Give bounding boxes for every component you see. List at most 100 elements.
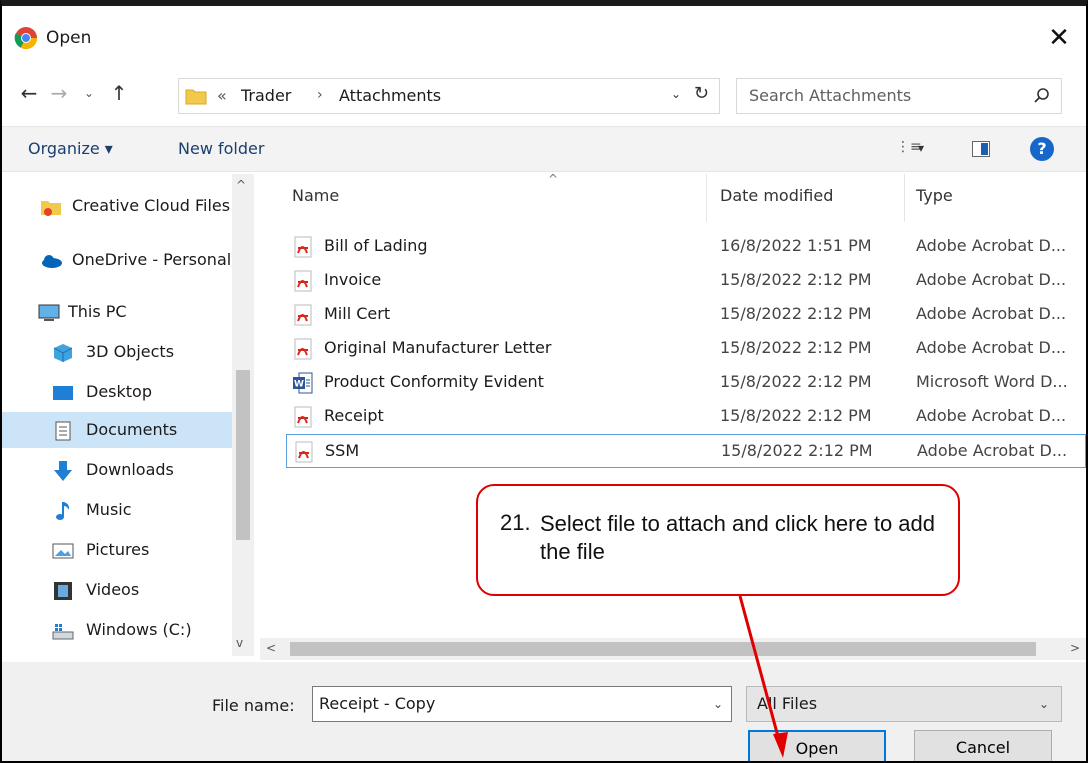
- sidebar-item-music[interactable]: Music: [2, 492, 232, 528]
- refresh-icon[interactable]: ↻: [694, 83, 709, 104]
- music-icon: [56, 502, 70, 520]
- sidebar-item-this-pc[interactable]: This PC: [2, 294, 232, 330]
- sidebar-item-label: Desktop: [86, 382, 152, 401]
- sidebar-item-label: Pictures: [86, 540, 150, 559]
- file-list-scrollbar[interactable]: < >: [260, 638, 1086, 660]
- chevron-down-icon[interactable]: ⌄: [713, 697, 723, 711]
- file-date: 15/8/2022 2:12 PM: [720, 406, 872, 425]
- sidebar-scrollbar[interactable]: ^ v: [232, 174, 254, 656]
- word-icon: W: [293, 372, 313, 394]
- column-header-name[interactable]: Name: [292, 186, 339, 205]
- sidebar-item-onedrive[interactable]: OneDrive - Personal: [2, 242, 232, 278]
- command-bar: Organize ▾ New folder ⋮≡ ▾ ?: [2, 126, 1086, 172]
- scroll-right-icon[interactable]: >: [1070, 641, 1080, 655]
- folder-icon: [185, 89, 207, 105]
- organize-button[interactable]: Organize ▾: [28, 139, 113, 158]
- file-name: Invoice: [324, 270, 382, 289]
- scroll-down-icon[interactable]: v: [236, 636, 243, 650]
- sidebar-item-label: Creative Cloud Files: [72, 196, 231, 215]
- desktop-icon: [53, 386, 73, 400]
- file-date: 15/8/2022 2:12 PM: [720, 372, 872, 391]
- file-name: Receipt: [324, 406, 384, 425]
- close-button[interactable]: ✕: [1042, 22, 1076, 56]
- scrollbar-thumb[interactable]: [290, 642, 1036, 656]
- sidebar-item-creative-cloud[interactable]: Creative Cloud Files: [2, 188, 232, 224]
- file-date: 16/8/2022 1:51 PM: [720, 236, 872, 255]
- sidebar-item-downloads[interactable]: Downloads: [2, 452, 232, 488]
- file-type: Adobe Acrobat D...: [916, 236, 1067, 255]
- file-date: 15/8/2022 2:12 PM: [720, 304, 872, 323]
- onedrive-icon: [42, 255, 62, 268]
- address-bar[interactable]: « Trader › Attachments ⌄ ↻: [178, 78, 720, 114]
- file-row-invoice[interactable]: Invoice 15/8/2022 2:12 PM Adobe Acrobat …: [286, 264, 1086, 298]
- file-type-filter[interactable]: All Files ⌄: [746, 686, 1062, 722]
- sidebar-item-label: Windows (C:): [86, 620, 192, 639]
- scrollbar-thumb[interactable]: [236, 370, 250, 540]
- sidebar-item-videos[interactable]: Videos: [2, 572, 232, 608]
- sidebar-item-desktop[interactable]: Desktop: [2, 374, 232, 410]
- file-type: Adobe Acrobat D...: [916, 270, 1067, 289]
- sidebar-item-pictures[interactable]: Pictures: [2, 532, 232, 568]
- preview-pane-icon[interactable]: [972, 141, 990, 157]
- breadcrumb-overflow[interactable]: «: [217, 86, 227, 105]
- svg-text:W: W: [294, 380, 304, 390]
- new-folder-button[interactable]: New folder: [178, 139, 264, 158]
- column-separator[interactable]: [706, 174, 707, 222]
- file-date: 15/8/2022 2:12 PM: [721, 441, 873, 460]
- file-row-product-conformity-evident[interactable]: W Product Conformity Evident 15/8/2022 2…: [286, 366, 1086, 400]
- file-name: Original Manufacturer Letter: [324, 338, 552, 357]
- open-button[interactable]: Open: [748, 730, 886, 761]
- sidebar-item-windows-c[interactable]: Windows (C:): [2, 612, 232, 648]
- cancel-button[interactable]: Cancel: [914, 730, 1052, 761]
- column-separator[interactable]: [904, 174, 905, 222]
- file-type: Adobe Acrobat D...: [916, 338, 1067, 357]
- file-type: Adobe Acrobat D...: [916, 304, 1067, 323]
- instruction-callout: 21. Select file to attach and click here…: [476, 484, 960, 596]
- pdf-icon: [294, 338, 312, 360]
- pdf-icon: [295, 441, 313, 463]
- open-file-dialog: Open ✕ ← → ⌄ ↑ « Trader › Attachments ⌄ …: [0, 0, 1088, 763]
- help-icon[interactable]: ?: [1030, 137, 1054, 161]
- file-name: Bill of Lading: [324, 236, 428, 255]
- file-row-receipt[interactable]: Receipt 15/8/2022 2:12 PM Adobe Acrobat …: [286, 400, 1086, 434]
- sidebar-item-documents[interactable]: Documents: [2, 412, 232, 448]
- file-date: 15/8/2022 2:12 PM: [720, 270, 872, 289]
- address-row: ← → ⌄ ↑ « Trader › Attachments ⌄ ↻ Searc…: [2, 72, 1086, 116]
- file-date: 15/8/2022 2:12 PM: [720, 338, 872, 357]
- breadcrumb-separator[interactable]: ›: [317, 87, 323, 103]
- file-type: Microsoft Word D...: [916, 372, 1068, 391]
- back-button[interactable]: ←: [16, 78, 42, 108]
- file-row-mill-cert[interactable]: Mill Cert 15/8/2022 2:12 PM Adobe Acroba…: [286, 298, 1086, 332]
- window-title: Open: [46, 28, 92, 48]
- sidebar-item-label: Music: [86, 500, 132, 519]
- cube-icon: [53, 344, 73, 362]
- scroll-left-icon[interactable]: <: [266, 641, 276, 655]
- sidebar-item-label: OneDrive - Personal: [72, 250, 232, 269]
- file-name: Mill Cert: [324, 304, 391, 323]
- chevron-down-icon[interactable]: ⌄: [1039, 697, 1049, 711]
- file-name-field[interactable]: Receipt - Copy ⌄: [312, 686, 732, 722]
- breadcrumb-trader[interactable]: Trader: [241, 86, 291, 105]
- pdf-icon: [294, 236, 312, 258]
- file-name: Product Conformity Evident: [324, 372, 544, 391]
- file-row-ssm[interactable]: SSM 15/8/2022 2:12 PM Adobe Acrobat D...: [286, 434, 1086, 468]
- file-type: Adobe Acrobat D...: [916, 406, 1067, 425]
- search-input[interactable]: Search Attachments: [736, 78, 1062, 114]
- forward-button[interactable]: →: [46, 78, 72, 108]
- sidebar-item-3d-objects[interactable]: 3D Objects: [2, 334, 232, 370]
- view-options-dropdown-icon[interactable]: ▾: [918, 141, 924, 155]
- sidebar-item-label: 3D Objects: [86, 342, 175, 361]
- file-row-bill-of-lading[interactable]: Bill of Lading 16/8/2022 1:51 PM Adobe A…: [286, 230, 1086, 264]
- file-name: SSM: [325, 441, 360, 460]
- creative-cloud-icon: [41, 201, 61, 216]
- drive-icon: [52, 624, 74, 640]
- file-row-original-manufacturer-letter[interactable]: Original Manufacturer Letter 15/8/2022 2…: [286, 332, 1086, 366]
- column-header-date[interactable]: Date modified: [720, 186, 833, 205]
- breadcrumb-attachments[interactable]: Attachments: [339, 86, 441, 105]
- search-icon[interactable]: [1033, 87, 1051, 105]
- recent-locations-button[interactable]: ⌄: [78, 78, 100, 108]
- column-header-type[interactable]: Type: [916, 186, 953, 205]
- up-folder-button[interactable]: ↑: [104, 78, 134, 108]
- scroll-up-icon[interactable]: ^: [236, 178, 246, 192]
- address-dropdown-icon[interactable]: ⌄: [671, 87, 681, 101]
